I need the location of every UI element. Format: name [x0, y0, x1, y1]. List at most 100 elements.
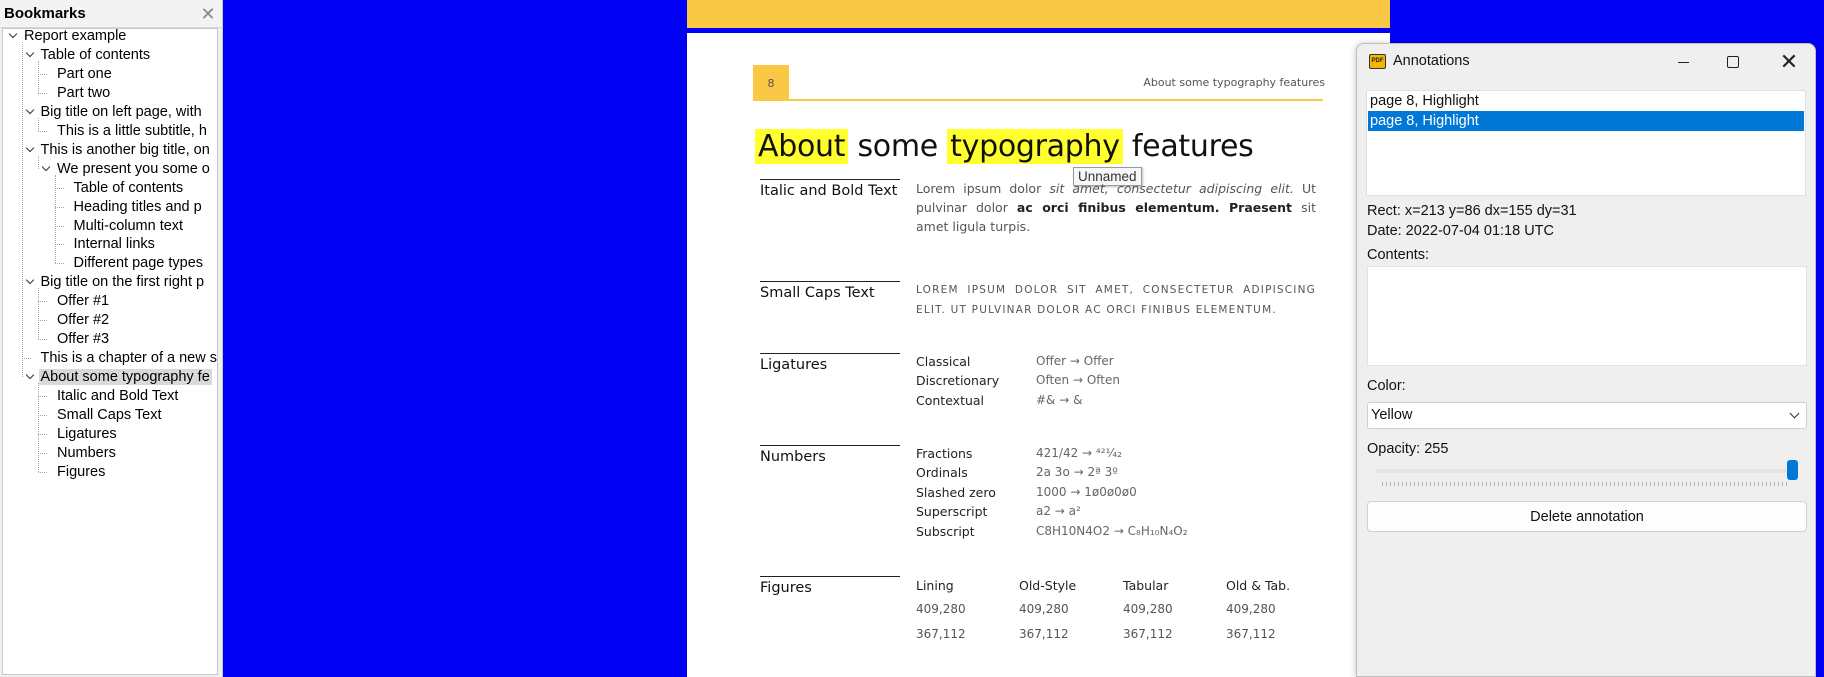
bookmark-label: Offer #1	[57, 293, 110, 310]
window-title: Annotations	[1393, 53, 1470, 69]
previous-page-bottom	[687, 0, 1390, 28]
tree-guide-line	[38, 155, 39, 169]
bookmarks-title: Bookmarks	[4, 5, 86, 22]
section-paragraph: Lorem ipsum dolor sit amet, consectetur …	[916, 181, 1317, 234]
bookmark-label: This is a chapter of a new s	[40, 350, 218, 367]
figures-value: 409,280	[1226, 602, 1276, 616]
contents-label: Contents:	[1367, 247, 1430, 263]
section-rule	[760, 445, 900, 446]
tree-connector	[38, 301, 47, 303]
app-icon: PDF	[1369, 54, 1386, 69]
header-rule	[753, 99, 1323, 101]
section-title: Ligatures	[760, 357, 828, 373]
feature-value: 1000 → 1ø0ø0ø0	[1036, 485, 1137, 499]
chevron-down-icon[interactable]	[25, 50, 35, 60]
tree-connector	[54, 225, 64, 227]
bookmark-label: Italic and Bold Text	[57, 388, 179, 405]
tree-connector	[38, 415, 47, 416]
maximize-icon	[1727, 56, 1739, 68]
tree-connector	[38, 73, 47, 75]
annotation-rect: Rect: x=213 y=86 dx=155 dy=31	[1367, 203, 1577, 219]
bookmark-label: This is a little subtitle, h	[57, 122, 207, 139]
color-label: Color:	[1367, 378, 1406, 394]
chevron-down-icon[interactable]	[8, 31, 18, 41]
feature-label: Discretionary	[916, 373, 1000, 388]
opacity-label: Opacity: 255	[1367, 441, 1449, 457]
bookmark-label: Table of contents	[73, 179, 184, 196]
feature-label: Superscript	[916, 504, 988, 519]
section-rule	[760, 179, 900, 180]
opacity-slider-ticks	[1382, 482, 1790, 486]
bookmark-label: Offer #2	[57, 312, 110, 329]
section-rule	[760, 353, 900, 354]
bookmark-label: Small Caps Text	[57, 407, 162, 423]
section-rule	[760, 281, 900, 282]
bookmark-label: Big title on left page, with	[40, 103, 202, 120]
feature-label: Ordinals	[916, 465, 968, 480]
highlight-annotation[interactable]: typography	[947, 129, 1123, 164]
maximize-button[interactable]	[1705, 44, 1761, 80]
tree-connector	[38, 452, 47, 454]
window-titlebar[interactable]: PDF Annotations ✕	[1357, 44, 1815, 80]
bookmark-label: Report example	[24, 28, 127, 44]
annotation-list-item[interactable]: page 8, Highlight	[1368, 91, 1804, 111]
document-page: 8 About some typography features About s…	[687, 33, 1390, 677]
close-button[interactable]: ✕	[1761, 44, 1817, 80]
chevron-down-icon[interactable]	[25, 372, 35, 382]
feature-label: Slashed zero	[916, 485, 996, 500]
figures-value: 409,280	[1019, 602, 1069, 616]
chevron-down-icon[interactable]	[25, 277, 35, 287]
figures-column-header: Tabular	[1123, 578, 1169, 593]
feature-value: C8H10N4O2 → C₈H₁₀N₄O₂	[1036, 524, 1188, 538]
feature-value: Offer → Offer	[1036, 354, 1114, 368]
annotations-list[interactable]: page 8, Highlight page 8, Highlight	[1366, 90, 1806, 196]
feature-label: Fractions	[916, 446, 973, 461]
running-header: About some typography features	[1143, 76, 1325, 89]
highlight-annotation[interactable]: About	[755, 129, 849, 164]
tree-guide-line	[21, 42, 23, 378]
close-icon: ✕	[1779, 49, 1799, 74]
chevron-down-icon[interactable]	[41, 164, 51, 174]
opacity-slider-thumb[interactable]	[1787, 460, 1798, 480]
tree-connector	[38, 396, 47, 398]
bookmark-item[interactable]: Figures	[55, 461, 107, 483]
figures-value: 367,112	[1123, 627, 1173, 641]
color-select[interactable]: Yellow	[1367, 402, 1807, 429]
tree-connector	[38, 320, 47, 322]
bookmark-label: Part one	[57, 65, 112, 82]
feature-label: Classical	[916, 354, 971, 369]
bookmark-label: Numbers	[57, 444, 116, 461]
bookmarks-panel: Bookmarks ✕ Report example Table of conte…	[0, 0, 223, 677]
feature-label: Subscript	[916, 524, 975, 539]
close-icon[interactable]: ✕	[198, 5, 218, 23]
bookmark-label: Internal links	[73, 236, 155, 253]
color-select-value: Yellow	[1371, 407, 1413, 423]
chevron-down-icon[interactable]	[25, 107, 35, 117]
figures-column-header: Old-Style	[1019, 578, 1077, 593]
bookmark-label: Big title on the first right p	[40, 274, 205, 291]
section-title: Italic and Bold Text	[760, 183, 898, 199]
figures-value: 409,280	[916, 602, 966, 616]
feature-value: a2 → a²	[1036, 504, 1081, 518]
section-rule	[760, 576, 900, 577]
bookmarks-tree[interactable]: Report example Table of contents Part one P…	[2, 28, 218, 675]
figures-value: 409,280	[1123, 602, 1173, 616]
bookmark-label: This is another big title, on	[40, 141, 210, 158]
tree-connector	[54, 244, 64, 246]
chevron-down-icon[interactable]	[25, 145, 35, 155]
bookmark-label: We present you some o	[57, 160, 210, 177]
contents-textarea[interactable]	[1367, 266, 1807, 366]
section-paragraph: LOREM IPSUM DOLOR SIT AMET, CONSECTETUR …	[916, 284, 1316, 316]
figures-column-header: Lining	[916, 578, 954, 593]
delete-annotation-button[interactable]: Delete annotation	[1367, 501, 1807, 532]
bookmark-label: Ligatures	[57, 425, 117, 442]
bookmark-label: Offer #3	[57, 331, 110, 348]
minimize-button[interactable]	[1655, 44, 1711, 80]
tree-connector	[38, 130, 47, 132]
opacity-slider-track[interactable]	[1376, 469, 1792, 473]
bookmark-label: Table of contents	[40, 46, 151, 63]
tree-guide-line	[38, 60, 39, 93]
bookmark-label: Heading titles and p	[73, 198, 202, 215]
bookmark-label: Figures	[57, 463, 106, 480]
annotation-list-item[interactable]: page 8, Highlight	[1368, 111, 1804, 131]
